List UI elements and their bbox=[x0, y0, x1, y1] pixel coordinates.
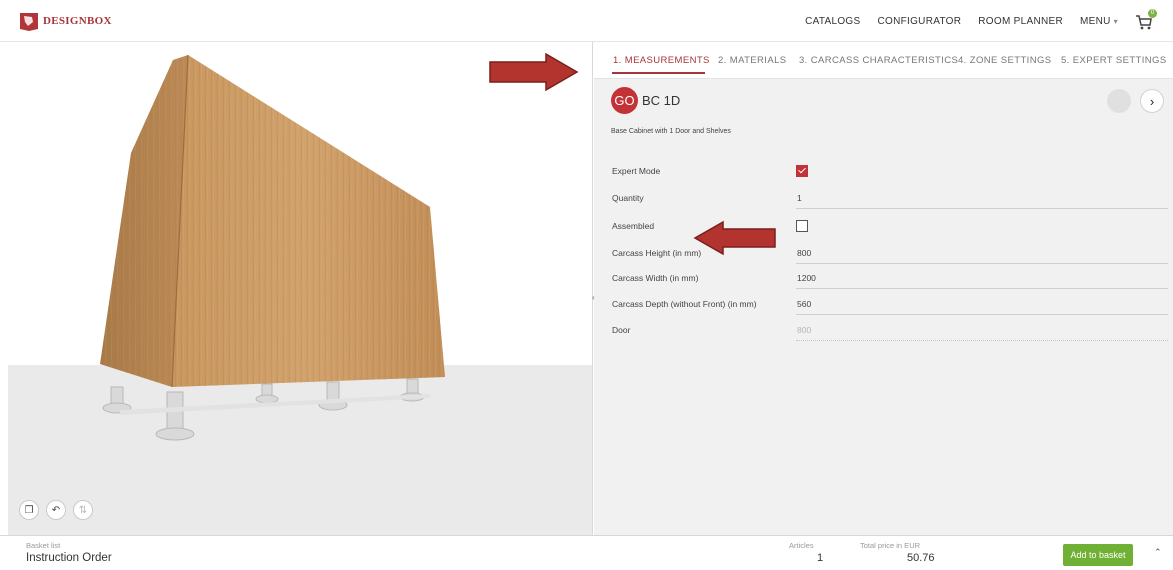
nav-menu[interactable]: MENU ▾ bbox=[1080, 16, 1118, 27]
tab-materials[interactable]: 2. MATERIALS bbox=[718, 55, 787, 66]
product-description: Base Cabinet with 1 Door and Shelves bbox=[611, 128, 731, 135]
cabinet-legs bbox=[102, 378, 430, 441]
cart-button[interactable]: 0 bbox=[1135, 9, 1157, 31]
assembled-checkbox[interactable] bbox=[796, 220, 808, 232]
expert-mode-row: Expert Mode bbox=[612, 161, 1168, 183]
product-badge: GO bbox=[611, 87, 638, 114]
carcass-height-label: Carcass Height (in mm) bbox=[612, 248, 702, 258]
nav-room-planner[interactable]: ROOM PLANNER bbox=[978, 16, 1063, 27]
brand-name: DESIGNBOX bbox=[43, 15, 112, 27]
quantity-row: Quantity 1 bbox=[612, 188, 1168, 210]
door-label: Door bbox=[612, 325, 631, 335]
reset-icon: ⇅ bbox=[78, 504, 88, 516]
nav-configurator[interactable]: CONFIGURATOR bbox=[877, 16, 961, 27]
box-view-button[interactable]: ❐ bbox=[19, 500, 39, 520]
tab-measurements[interactable]: 1. MEASUREMENTS bbox=[613, 55, 710, 66]
quantity-input[interactable]: 1 bbox=[797, 193, 802, 203]
annotation-arrow-assembled bbox=[693, 220, 776, 256]
next-product-button[interactable]: › bbox=[1140, 89, 1164, 113]
nav-menu-label: MENU bbox=[1080, 15, 1111, 27]
main-nav: CATALOGS CONFIGURATOR ROOM PLANNER MENU ▾… bbox=[805, 0, 1157, 42]
assembled-label: Assembled bbox=[612, 221, 655, 231]
configurator-panel: 1. MEASUREMENTS 2. MATERIALS 3. CARCASS … bbox=[594, 42, 1173, 535]
chevron-right-icon: › bbox=[1149, 93, 1155, 109]
articles-label: Articles bbox=[789, 541, 814, 550]
undo-button[interactable]: ↶ bbox=[46, 500, 66, 520]
quantity-underline bbox=[796, 208, 1168, 209]
viewer-toolbar: ❐ ↶ ⇅ bbox=[19, 500, 93, 520]
carcass-width-input[interactable]: 1200 bbox=[797, 273, 816, 283]
door-underline bbox=[796, 340, 1168, 341]
3d-viewer[interactable]: ❐ ↶ ⇅ bbox=[0, 42, 593, 535]
carcass-depth-row: Carcass Depth (without Front) (in mm) 56… bbox=[612, 294, 1168, 316]
articles-count: 1 bbox=[817, 552, 824, 564]
basket-name[interactable]: Instruction Order bbox=[26, 552, 112, 564]
carcass-depth-label: Carcass Depth (without Front) (in mm) bbox=[612, 299, 757, 309]
undo-icon: ↶ bbox=[51, 504, 61, 516]
chevron-down-icon: ▾ bbox=[1113, 16, 1118, 26]
nav-catalogs[interactable]: CATALOGS bbox=[805, 16, 860, 27]
active-tab-indicator bbox=[612, 72, 705, 74]
tab-carcass-characteristics[interactable]: 3. CARCASS CHARACTERISTICS bbox=[799, 55, 958, 66]
door-input[interactable]: 800 bbox=[797, 325, 811, 335]
carcass-width-row: Carcass Width (in mm) 1200 bbox=[612, 268, 1168, 290]
tab-expert-settings[interactable]: 5. EXPERT SETTINGS bbox=[1061, 55, 1167, 66]
cabinet-3d-model[interactable] bbox=[0, 42, 593, 535]
top-bar: DESIGNBOX CATALOGS CONFIGURATOR ROOM PLA… bbox=[0, 0, 1173, 42]
annotation-arrow-tabs bbox=[489, 52, 579, 92]
carcass-height-input[interactable]: 800 bbox=[797, 248, 811, 258]
brand-logo[interactable]: DESIGNBOX bbox=[18, 10, 112, 32]
logo-icon bbox=[20, 13, 38, 31]
total-price-label: Total price in EUR bbox=[860, 541, 921, 550]
product-header: GO BC 1D bbox=[611, 87, 680, 114]
box-view-icon: ❐ bbox=[24, 504, 34, 516]
carcass-width-label: Carcass Width (in mm) bbox=[612, 273, 699, 283]
add-to-basket-button[interactable]: Add to basket bbox=[1063, 544, 1133, 566]
previous-product-button[interactable]: ‹ bbox=[1107, 89, 1131, 113]
expert-mode-label: Expert Mode bbox=[612, 166, 661, 176]
total-price-value: 50.76 bbox=[907, 552, 935, 564]
carcass-height-underline bbox=[796, 263, 1168, 264]
door-row: Door 800 bbox=[612, 320, 1168, 342]
product-code: BC 1D bbox=[642, 93, 681, 108]
chevron-up-icon[interactable]: ⌃ bbox=[1154, 547, 1162, 558]
quantity-label: Quantity bbox=[612, 193, 644, 203]
step-tabs: 1. MEASUREMENTS 2. MATERIALS 3. CARCASS … bbox=[594, 42, 1173, 79]
chevron-left-icon: ‹ bbox=[1116, 93, 1122, 109]
basket-list-label: Basket list bbox=[26, 541, 61, 550]
basket-footer: Basket list Instruction Order Articles 1… bbox=[0, 535, 1173, 570]
tab-zone-settings[interactable]: 4. ZONE SETTINGS bbox=[958, 55, 1052, 66]
cart-count-badge: 0 bbox=[1148, 9, 1157, 18]
carcass-depth-underline bbox=[796, 314, 1168, 315]
expert-mode-checkbox[interactable] bbox=[796, 165, 808, 177]
carcass-depth-input[interactable]: 560 bbox=[797, 299, 811, 309]
reset-button[interactable]: ⇅ bbox=[73, 500, 93, 520]
carcass-width-underline bbox=[796, 288, 1168, 289]
